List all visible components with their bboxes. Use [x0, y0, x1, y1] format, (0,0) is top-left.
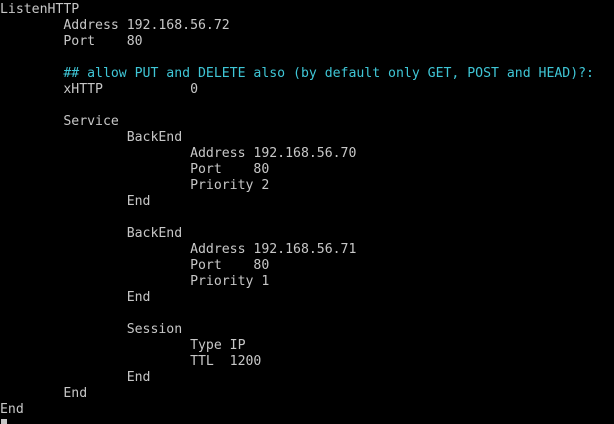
- terminal-line: Port 80: [0, 258, 270, 273]
- terminal-line: Type IP: [0, 338, 246, 353]
- text-cursor: [1, 419, 7, 424]
- terminal-line: Port 80: [0, 34, 143, 49]
- terminal-comment-line: ## allow PUT and DELETE also (by default…: [0, 66, 594, 81]
- terminal-line: Priority 2: [0, 178, 270, 193]
- terminal-line: End: [0, 290, 151, 305]
- terminal-line: xHTTP 0: [0, 82, 198, 97]
- terminal-line: BackEnd: [0, 130, 183, 145]
- terminal-line: End: [0, 370, 151, 385]
- terminal-window[interactable]: ListenHTTP Address 192.168.56.72 Port 80…: [0, 0, 614, 424]
- terminal-line: Address 192.168.56.71: [0, 242, 357, 257]
- terminal-line: ListenHTTP: [0, 2, 80, 17]
- terminal-line: End: [0, 402, 24, 417]
- terminal-line: Address 192.168.56.70: [0, 146, 357, 161]
- terminal-line: Port 80: [0, 162, 270, 177]
- terminal-line: Priority 1: [0, 274, 270, 289]
- terminal-line: BackEnd: [0, 226, 183, 241]
- terminal-line: End: [0, 194, 151, 209]
- terminal-line: Session: [0, 322, 183, 337]
- terminal-line: Address 192.168.56.72: [0, 18, 230, 33]
- terminal-line: End: [0, 386, 88, 401]
- terminal-line: TTL 1200: [0, 354, 262, 369]
- terminal-line: Service: [0, 114, 119, 129]
